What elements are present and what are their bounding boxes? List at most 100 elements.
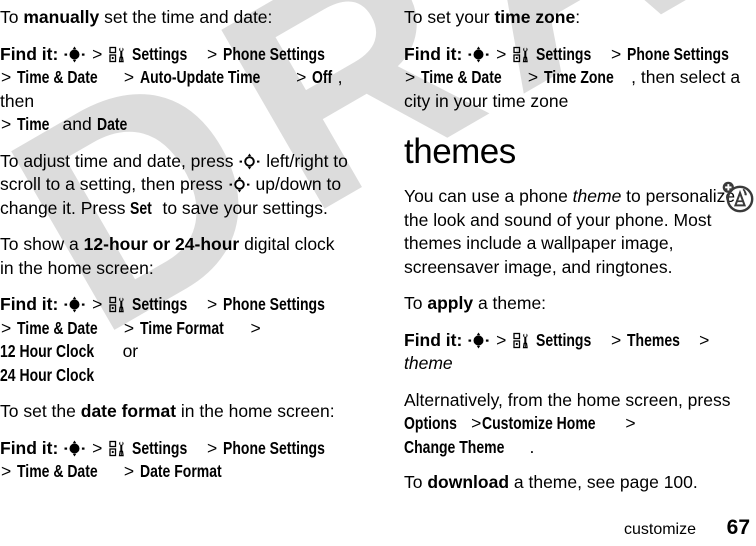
- path-separator: >: [405, 67, 416, 87]
- settings-tools-icon: [109, 440, 125, 457]
- path-separator: >: [123, 67, 135, 87]
- bold-set-key: Set: [130, 197, 153, 218]
- findit-path-time-zone: Find it: > Settings > Phone Settings > T…: [404, 43, 756, 114]
- paragraph-date-format: To set the date format in the home scree…: [0, 400, 352, 424]
- manual-page: To manually set the time and date: Find …: [0, 0, 756, 546]
- bold-apply: apply: [427, 293, 474, 313]
- text-fragment: set the time and date:: [99, 7, 273, 27]
- path-item-settings: Settings: [536, 329, 592, 350]
- path-separator: >: [123, 461, 135, 481]
- bold-manually: manually: [23, 7, 100, 27]
- settings-tools-icon: [513, 332, 529, 349]
- navigation-key-hollow-icon: [229, 176, 250, 193]
- text-fragment: You can use a phone: [404, 186, 573, 206]
- path-item-themes: Themes: [627, 329, 680, 350]
- findit-label: Find it:: [0, 294, 59, 314]
- path-separator: >: [206, 437, 218, 458]
- text-fragment: in the home screen:: [176, 401, 335, 421]
- findit-label: Find it:: [404, 329, 463, 350]
- paragraph-alternatively: Alternatively, from the home screen, pre…: [404, 389, 756, 460]
- path-separator: >: [1, 461, 12, 481]
- path-separator: >: [699, 329, 710, 350]
- text-fragment: To adjust time and date, press: [0, 150, 239, 171]
- path-separator: >: [496, 329, 507, 350]
- path-separator: >: [1, 114, 12, 134]
- settings-tools-icon: [513, 46, 529, 63]
- text-fragment: To: [404, 472, 428, 492]
- findit-or-word: or: [122, 341, 139, 361]
- text-fragment: a theme, see page 100.: [509, 472, 698, 492]
- findit-label: Find it:: [0, 43, 59, 64]
- italic-theme: theme: [572, 186, 622, 206]
- bold-download: download: [427, 472, 510, 492]
- navigation-key-icon: [468, 332, 489, 349]
- path-item-phone-settings: Phone Settings: [223, 43, 325, 64]
- path-separator: >: [92, 294, 103, 314]
- path-item-phone-settings: Phone Settings: [223, 294, 325, 314]
- path-item-settings: Settings: [536, 43, 592, 64]
- path-item-time-format: Time Format: [139, 317, 224, 338]
- findit-path-themes: Find it: > Settings > Themes > theme: [404, 329, 756, 376]
- section-heading-themes: themes: [404, 132, 516, 171]
- settings-tools-icon: [109, 296, 125, 313]
- bold-time-zone: time zone: [494, 7, 576, 27]
- path-item-phone-settings: Phone Settings: [627, 43, 729, 64]
- paragraph-12-24-hour: To show a 12-hour or 24-hour digital clo…: [0, 233, 352, 280]
- path-item-options: Options: [404, 413, 457, 433]
- settings-tools-icon: [109, 46, 125, 63]
- page-footer: customize 67: [0, 516, 756, 540]
- path-item-time-and-date: Time & Date: [421, 67, 502, 87]
- path-item-time-and-date: Time & Date: [17, 67, 98, 87]
- paragraph-manually-set: To manually set the time and date:: [0, 6, 352, 30]
- path-separator: >: [92, 437, 103, 458]
- paragraph-theme-description: You can use a phone theme to personalize…: [404, 185, 756, 279]
- path-separator: >: [610, 43, 622, 64]
- text-fragment: To: [404, 293, 428, 313]
- path-separator: >: [296, 67, 307, 87]
- path-item-off: Off: [312, 67, 333, 87]
- findit-and-word: and: [62, 114, 92, 134]
- path-separator: >: [92, 43, 103, 64]
- text-fragment: To: [0, 7, 24, 27]
- path-separator: >: [496, 43, 507, 64]
- navigation-key-icon: [64, 440, 85, 457]
- navigation-key-icon: [64, 296, 85, 313]
- path-item-24-hour-clock: 24 Hour Clock: [0, 364, 95, 385]
- path-separator: >: [625, 413, 636, 433]
- path-item-customize-home: Customize Home: [482, 413, 596, 433]
- path-separator: >: [471, 413, 482, 433]
- path-item-time-and-date: Time & Date: [17, 461, 98, 481]
- findit-path-manual-time: Find it: > Settings > Phone Settings > T…: [0, 43, 352, 137]
- navigation-key-icon: [64, 46, 85, 63]
- findit-label: Find it:: [404, 43, 463, 64]
- path-separator: >: [250, 317, 261, 338]
- text-fragment: To show a: [0, 234, 84, 254]
- navigation-key-icon: [468, 46, 489, 63]
- findit-path-date-format: Find it: > Settings > Phone Settings > T…: [0, 437, 352, 484]
- paragraph-download-theme: To download a theme, see page 100.: [404, 471, 756, 495]
- path-item-theme-placeholder: theme: [404, 353, 453, 373]
- path-item-settings: Settings: [132, 437, 188, 458]
- left-column: To manually set the time and date: Find …: [0, 6, 352, 497]
- path-item-phone-settings: Phone Settings: [223, 437, 325, 458]
- path-item-12-hour-clock: 12 Hour Clock: [0, 341, 95, 361]
- path-separator: >: [206, 294, 218, 314]
- path-separator: >: [1, 67, 12, 87]
- findit-label: Find it:: [0, 437, 59, 458]
- path-item-settings: Settings: [132, 294, 188, 314]
- path-separator: >: [1, 317, 12, 338]
- path-item-date: Date: [96, 114, 127, 134]
- path-separator: >: [527, 67, 539, 87]
- path-item-change-theme: Change Theme: [404, 436, 505, 457]
- navigation-key-hollow-icon: [239, 153, 260, 170]
- antenna-network-icon: [722, 180, 754, 213]
- paragraph-apply-theme: To apply a theme:: [404, 292, 756, 316]
- text-fragment: To set the: [0, 401, 81, 421]
- path-separator: >: [610, 329, 622, 350]
- path-item-time-zone: Time Zone: [543, 67, 614, 87]
- text-fragment: a theme:: [473, 293, 547, 313]
- paragraph-time-zone: To set your time zone:: [404, 6, 756, 30]
- footer-chapter-name: customize: [623, 521, 696, 538]
- paragraph-adjust-time: To adjust time and date, press left/righ…: [0, 150, 352, 221]
- text-fragment: To set your: [404, 7, 495, 27]
